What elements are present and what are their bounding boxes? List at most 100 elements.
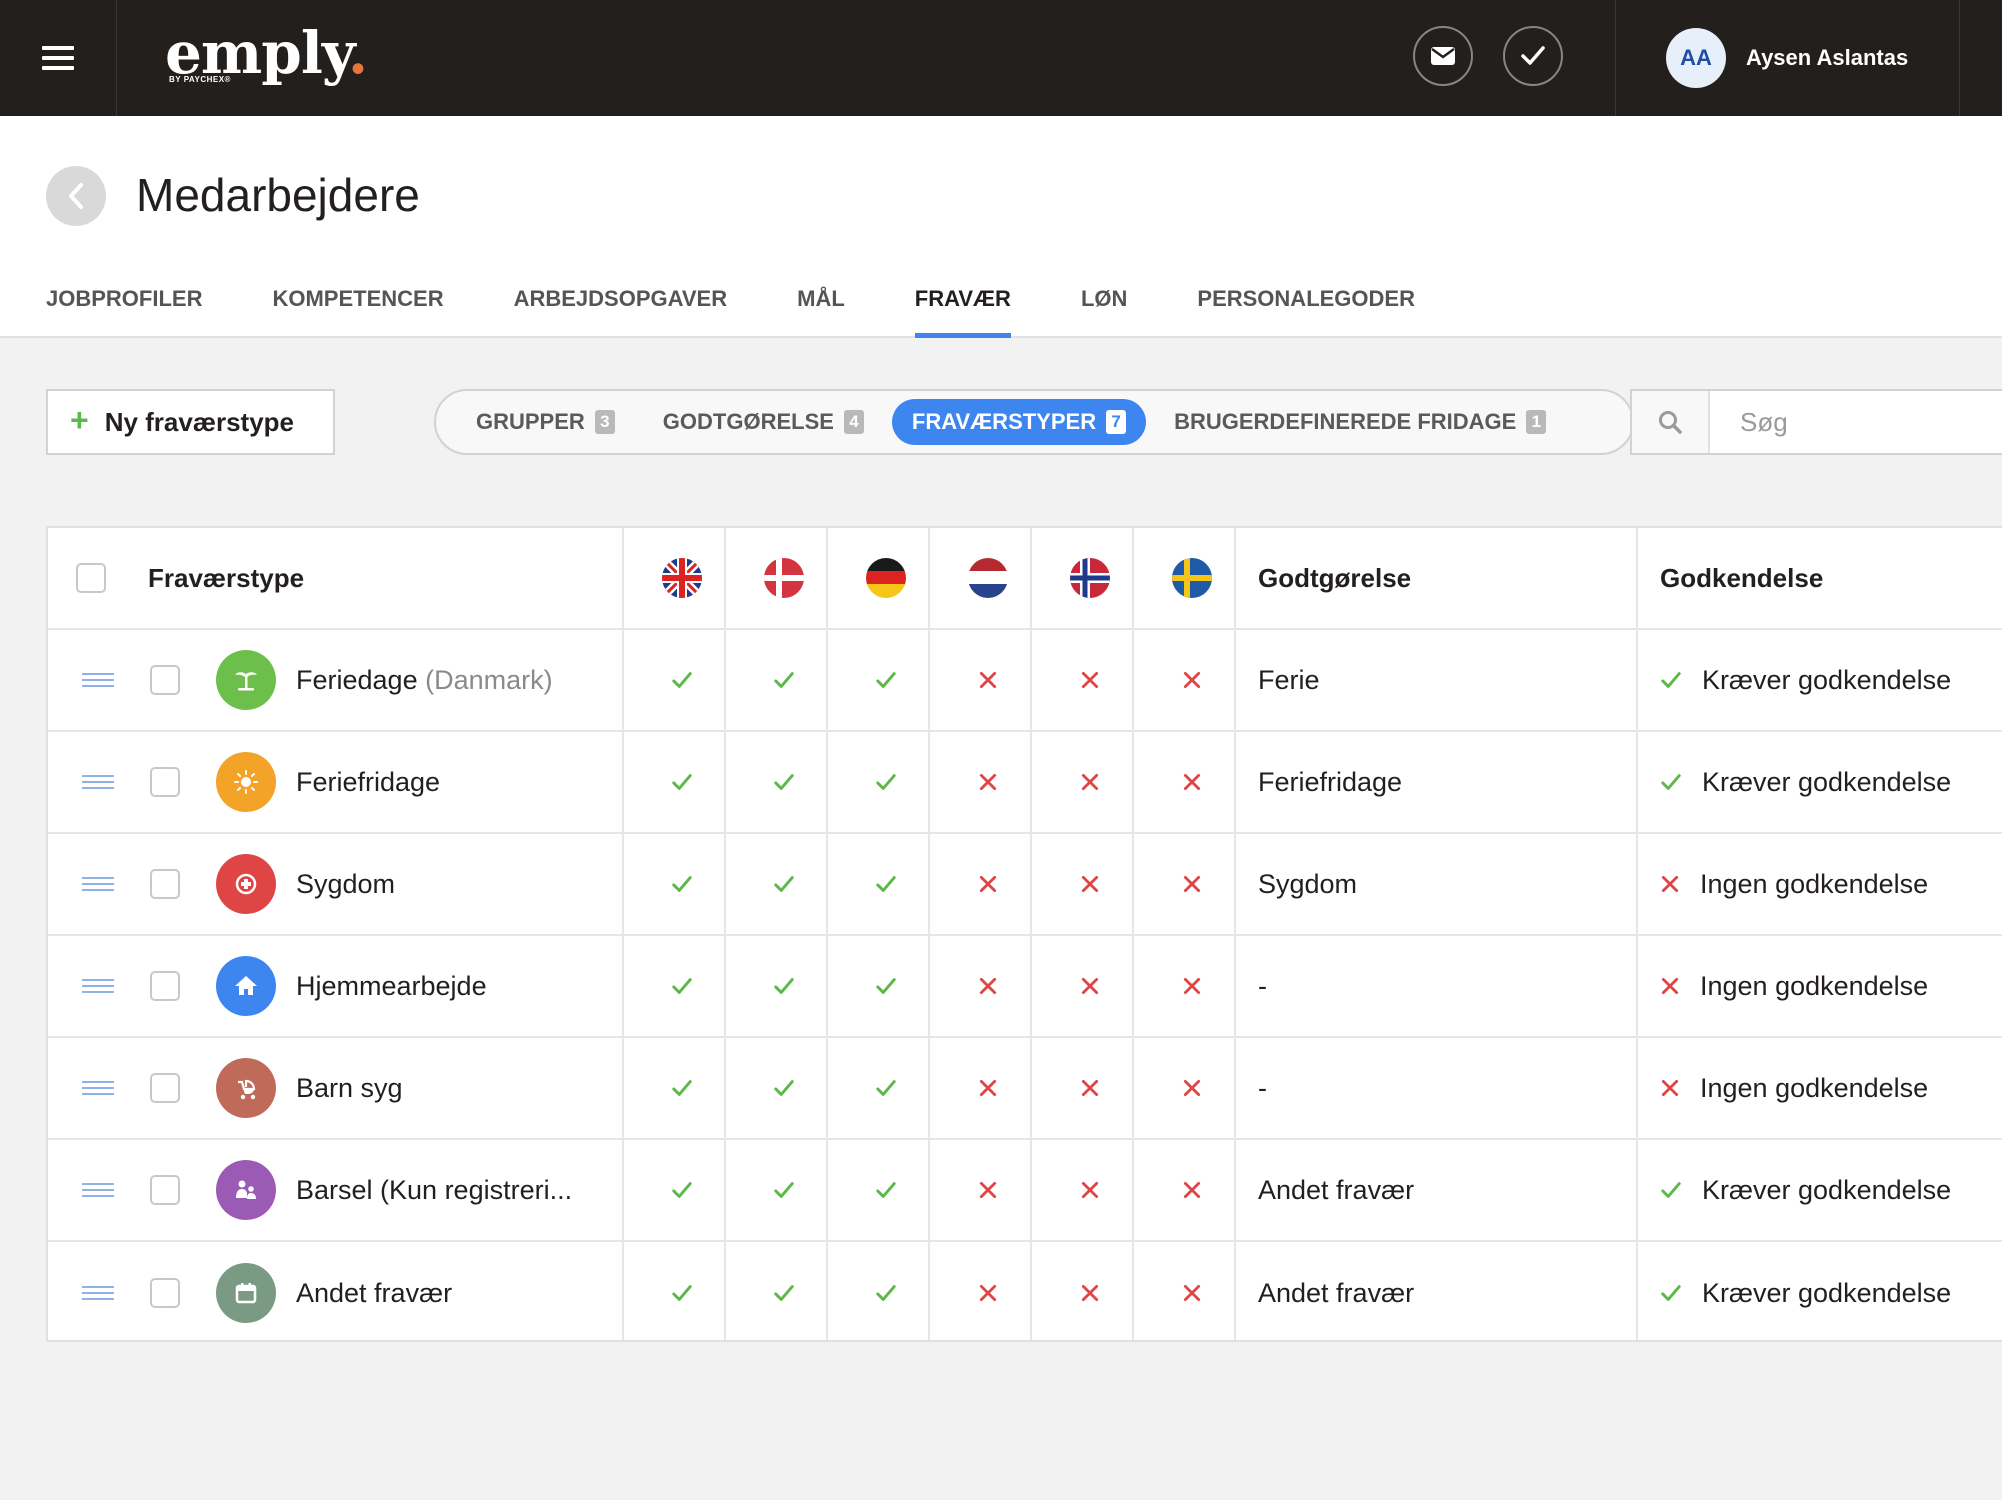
segment-brugerdefinerede-fridage[interactable]: BRUGERDEFINEREDE FRIDAGE 1 bbox=[1154, 399, 1566, 445]
type-name[interactable]: Barsel (Kun registreri... bbox=[296, 1175, 572, 1206]
drag-cell bbox=[82, 732, 114, 832]
check-icon bbox=[764, 669, 804, 691]
flag-status-cell bbox=[1172, 732, 1212, 832]
drag-handle-icon[interactable] bbox=[82, 773, 114, 791]
tasks-button[interactable] bbox=[1503, 26, 1563, 86]
compensation-value: Andet fravær bbox=[1258, 1174, 1415, 1205]
header-approval[interactable]: Godkendelse bbox=[1660, 563, 1823, 594]
cross-icon bbox=[968, 1283, 1008, 1303]
check-icon bbox=[1660, 1282, 1682, 1304]
flag-status-cell bbox=[764, 1140, 804, 1240]
approval-cell: Ingen godkendelse bbox=[1660, 834, 1928, 934]
table-row[interactable]: Feriedage (Danmark) Ferie Kræver godkendel… bbox=[48, 630, 2002, 732]
select-cell bbox=[150, 1242, 180, 1344]
row-checkbox[interactable] bbox=[150, 869, 180, 899]
check-icon bbox=[1660, 771, 1682, 793]
count-badge: 4 bbox=[843, 410, 864, 434]
drag-handle-icon[interactable] bbox=[82, 977, 114, 995]
segment-fravaerstyper[interactable]: FRAVÆRSTYPER 7 bbox=[891, 399, 1147, 445]
drag-cell bbox=[82, 1140, 114, 1240]
compensation-cell: Feriefridage bbox=[1258, 732, 1402, 832]
row-checkbox[interactable] bbox=[150, 1278, 180, 1308]
absence-types-table: Fraværstype Godtgørelse Godkendelse Feri… bbox=[46, 526, 2002, 1342]
check-icon bbox=[764, 873, 804, 895]
table-row[interactable]: Feriefridage Feriefridage Kræver godkendel… bbox=[48, 732, 2002, 834]
approval-cell: Kræver godkendelse bbox=[1660, 1140, 1951, 1240]
row-checkbox[interactable] bbox=[150, 971, 180, 1001]
search-input[interactable] bbox=[1710, 406, 1990, 438]
table-row[interactable]: Hjemmearbejde - Ingen godkendelse bbox=[48, 936, 2002, 1038]
select-all-checkbox[interactable] bbox=[76, 563, 106, 593]
tab-maal[interactable]: MÅL bbox=[797, 272, 845, 338]
type-name[interactable]: Sygdom bbox=[296, 869, 395, 900]
emply-logo[interactable]: emply. BY PAYCHEX® bbox=[165, 18, 368, 88]
search-icon[interactable] bbox=[1632, 391, 1710, 453]
type-name[interactable]: Andet fravær bbox=[296, 1278, 452, 1309]
checkmark-icon bbox=[1521, 46, 1545, 65]
drag-handle-icon[interactable] bbox=[82, 1181, 114, 1199]
table-row[interactable]: Sygdom Sygdom Ingen godkendelse bbox=[48, 834, 2002, 936]
row-checkbox[interactable] bbox=[150, 767, 180, 797]
drag-handle-icon[interactable] bbox=[82, 875, 114, 893]
flag-status-cell bbox=[968, 1140, 1008, 1240]
type-name-text: Barsel (Kun registreri... bbox=[296, 1174, 573, 1205]
drag-handle-icon[interactable] bbox=[82, 1284, 114, 1302]
type-cell: Sygdom bbox=[216, 834, 395, 934]
compensation-cell: Andet fravær bbox=[1258, 1140, 1414, 1240]
user-menu[interactable]: AA Aysen Aslantas bbox=[1615, 0, 1960, 116]
flag-status-cell bbox=[1070, 1140, 1110, 1240]
flag-status-cell bbox=[764, 630, 804, 730]
table-row[interactable]: Barn syg - Ingen godkendelse bbox=[48, 1038, 2002, 1140]
row-checkbox[interactable] bbox=[150, 1175, 180, 1205]
cross-icon bbox=[968, 1078, 1008, 1098]
cross-icon bbox=[1070, 874, 1110, 894]
flag-status-cell bbox=[662, 630, 702, 730]
check-icon bbox=[866, 1282, 906, 1304]
compensation-value: Feriefridage bbox=[1258, 766, 1403, 797]
table-row[interactable]: Barsel (Kun registreri... Andet fravær Kræ… bbox=[48, 1140, 2002, 1242]
header-compensation[interactable]: Godtgørelse bbox=[1258, 563, 1411, 594]
tab-kompetencer[interactable]: KOMPETENCER bbox=[272, 272, 443, 338]
approval-cell: Ingen godkendelse bbox=[1660, 936, 1928, 1036]
table-header-row: Fraværstype Godtgørelse Godkendelse bbox=[48, 528, 2002, 630]
flag-status-cell bbox=[1172, 630, 1212, 730]
tab-jobprofiler[interactable]: JOBPROFILER bbox=[46, 272, 202, 338]
drag-handle-icon[interactable] bbox=[82, 671, 114, 689]
header-type[interactable]: Fraværstype bbox=[148, 563, 304, 594]
messages-button[interactable] bbox=[1413, 26, 1473, 86]
new-absence-type-button[interactable]: + Ny fraværstype bbox=[46, 389, 335, 455]
tab-loen[interactable]: LØN bbox=[1081, 272, 1127, 338]
segment-godtgoerelse[interactable]: GODTGØRELSE 4 bbox=[643, 399, 884, 445]
sweden-flag-icon bbox=[1172, 558, 1212, 598]
header-flag-cell bbox=[662, 528, 702, 628]
check-icon bbox=[764, 1282, 804, 1304]
approval-value: Ingen godkendelse bbox=[1700, 868, 1929, 899]
compensation-value: Andet fravær bbox=[1258, 1277, 1415, 1308]
type-name-text: Feriedage bbox=[296, 664, 418, 695]
back-button[interactable] bbox=[46, 166, 106, 226]
approval-value: Kræver godkendelse bbox=[1702, 1277, 1952, 1308]
flag-status-cell bbox=[764, 936, 804, 1036]
type-name[interactable]: Feriefridage bbox=[296, 767, 440, 798]
flag-status-cell bbox=[968, 936, 1008, 1036]
check-icon bbox=[866, 1077, 906, 1099]
check-icon bbox=[662, 1077, 702, 1099]
row-checkbox[interactable] bbox=[150, 1073, 180, 1103]
check-icon bbox=[1660, 1179, 1682, 1201]
table-row[interactable]: Andet fravær Andet fravær Kræver godkendel… bbox=[48, 1242, 2002, 1344]
segment-grupper[interactable]: GRUPPER 3 bbox=[456, 399, 635, 445]
type-name[interactable]: Hjemmearbejde bbox=[296, 971, 487, 1002]
tab-personalegoder[interactable]: PERSONALEGODER bbox=[1197, 272, 1415, 338]
cross-icon bbox=[968, 772, 1008, 792]
approval-cell: Ingen godkendelse bbox=[1660, 1038, 1928, 1138]
tab-arbejdsopgaver[interactable]: ARBEJDSOPGAVER bbox=[514, 272, 728, 338]
drag-cell bbox=[82, 1038, 114, 1138]
type-name[interactable]: Feriedage (Danmark) bbox=[296, 665, 553, 696]
check-icon bbox=[866, 1179, 906, 1201]
compensation-value: Sygdom bbox=[1258, 868, 1358, 899]
menu-button[interactable] bbox=[0, 0, 117, 116]
drag-handle-icon[interactable] bbox=[82, 1079, 114, 1097]
type-name[interactable]: Barn syg bbox=[296, 1073, 403, 1104]
tab-fravaer[interactable]: FRAVÆR bbox=[914, 272, 1012, 338]
row-checkbox[interactable] bbox=[150, 665, 180, 695]
